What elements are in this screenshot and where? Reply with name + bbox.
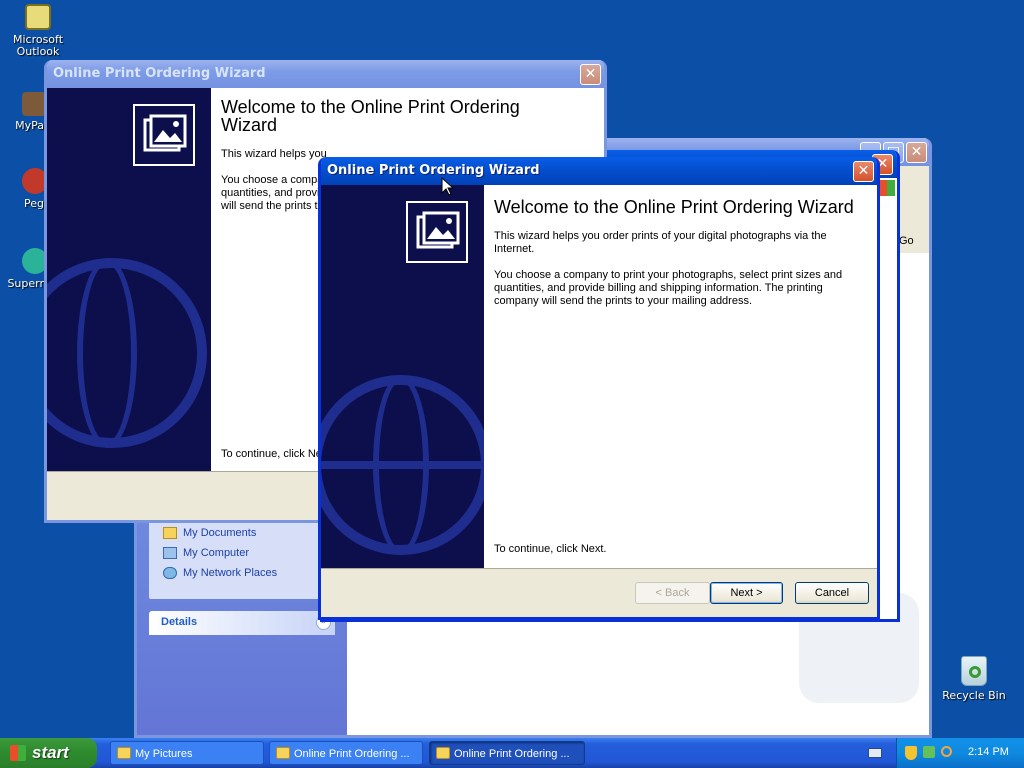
- network-icon[interactable]: [923, 746, 935, 758]
- cancel-button[interactable]: Cancel: [795, 582, 869, 604]
- xp-logo-icon: [879, 180, 895, 196]
- system-tray: 2:14 PM: [896, 738, 1024, 768]
- desktop-icon-label: Microsoft Outlook: [12, 33, 64, 58]
- photo-wizard-icon: [406, 201, 468, 263]
- back-button[interactable]: < Back: [635, 582, 710, 604]
- recycle-bin-icon: [961, 656, 987, 686]
- details-panel-header[interactable]: Details »: [149, 611, 335, 635]
- photo-wizard-icon: [133, 104, 195, 166]
- windows-logo-icon: [10, 745, 26, 761]
- security-shield-icon[interactable]: [905, 746, 917, 760]
- wizard-front-titlebar[interactable]: Online Print Ordering Wizard ✕: [321, 157, 877, 185]
- next-button[interactable]: Next >: [710, 582, 783, 604]
- start-button[interactable]: start: [0, 738, 97, 768]
- place-my-documents[interactable]: My Documents: [163, 527, 256, 540]
- window-title: Online Print Ordering Wizard: [53, 66, 266, 81]
- place-my-computer[interactable]: My Computer: [163, 547, 249, 560]
- wizard-side-banner: [321, 185, 484, 571]
- desktop-icon-label: MyPa: [15, 119, 44, 132]
- desktop-icon-label: Recycle Bin: [942, 689, 1006, 702]
- taskbar-item-print-wizard-1[interactable]: Online Print Ordering ...: [269, 741, 423, 765]
- globe-graphic: [321, 461, 484, 469]
- wizard-continue-text: To continue, click Next.: [494, 543, 607, 555]
- folder-icon: [163, 527, 177, 540]
- shortcut-icon: [22, 168, 44, 194]
- taskbar-item-print-wizard-2[interactable]: Online Print Ordering ...: [429, 741, 585, 765]
- desktop-icon-label: Peg: [24, 197, 44, 210]
- folder-icon: [117, 747, 131, 759]
- keyboard-icon[interactable]: [868, 748, 882, 758]
- desktop-icon-label: Superr: [7, 277, 44, 290]
- wizard-heading: Welcome to the Online Print Ordering Wiz…: [221, 97, 520, 135]
- wizard-side-banner: [47, 88, 211, 474]
- close-button[interactable]: ✕: [906, 142, 927, 163]
- other-places-panel: My Documents My Computer My Network Plac…: [149, 515, 335, 599]
- desktop: Microsoft Outlook MyPa Peg Superr Recycl…: [0, 0, 1024, 738]
- photos-icon: [416, 211, 460, 249]
- shortcut-icon: [22, 248, 44, 274]
- close-button[interactable]: ✕: [580, 64, 601, 85]
- globe-graphic: [77, 258, 137, 448]
- clock: 2:14 PM: [968, 746, 1009, 758]
- taskbar: start My Pictures Online Print Ordering …: [0, 738, 1024, 768]
- network-icon: [163, 567, 177, 580]
- desktop-icon-outlook[interactable]: Microsoft Outlook: [0, 4, 76, 58]
- desktop-icon-mypa[interactable]: MyPa: [0, 92, 44, 132]
- computer-icon: [163, 547, 177, 560]
- taskbar-item-my-pictures[interactable]: My Pictures: [110, 741, 264, 765]
- wizard-front-footer: < Back Next > Cancel: [321, 568, 877, 617]
- folder-icon: [436, 747, 450, 759]
- outlook-icon: [25, 4, 51, 30]
- desktop-icon-peg[interactable]: Peg: [0, 168, 44, 210]
- wizard-description: You choose a company to print your photo…: [494, 269, 843, 307]
- details-label: Details: [161, 616, 198, 628]
- folder-icon: [276, 747, 290, 759]
- shortcut-icon: [22, 92, 44, 116]
- close-button[interactable]: ✕: [853, 161, 874, 182]
- wizard-back-titlebar[interactable]: Online Print Ordering Wizard ✕: [47, 60, 604, 88]
- wizard-intro: This wizard helps you order prints of yo…: [494, 230, 827, 255]
- place-my-network-places[interactable]: My Network Places: [163, 567, 277, 580]
- mouse-cursor-icon: [441, 177, 455, 196]
- wizard-front-content: Welcome to the Online Print Ordering Wiz…: [484, 185, 877, 571]
- desktop-icon-recycle-bin[interactable]: Recycle Bin: [936, 656, 1012, 702]
- wizard-window-front: Online Print Ordering Wizard ✕ Welcome t…: [318, 157, 880, 620]
- desktop-icon-superr[interactable]: Superr: [0, 248, 44, 290]
- wizard-heading: Welcome to the Online Print Ordering Wiz…: [494, 197, 854, 217]
- wizard-continue-text: To continue, click Ne: [221, 448, 322, 460]
- photos-icon: [143, 114, 187, 152]
- search-icon[interactable]: [941, 746, 952, 757]
- address-go[interactable]: Go: [899, 235, 914, 247]
- window-title: Online Print Ordering Wizard: [327, 163, 540, 178]
- wizard-front-body: Welcome to the Online Print Ordering Wiz…: [321, 185, 877, 571]
